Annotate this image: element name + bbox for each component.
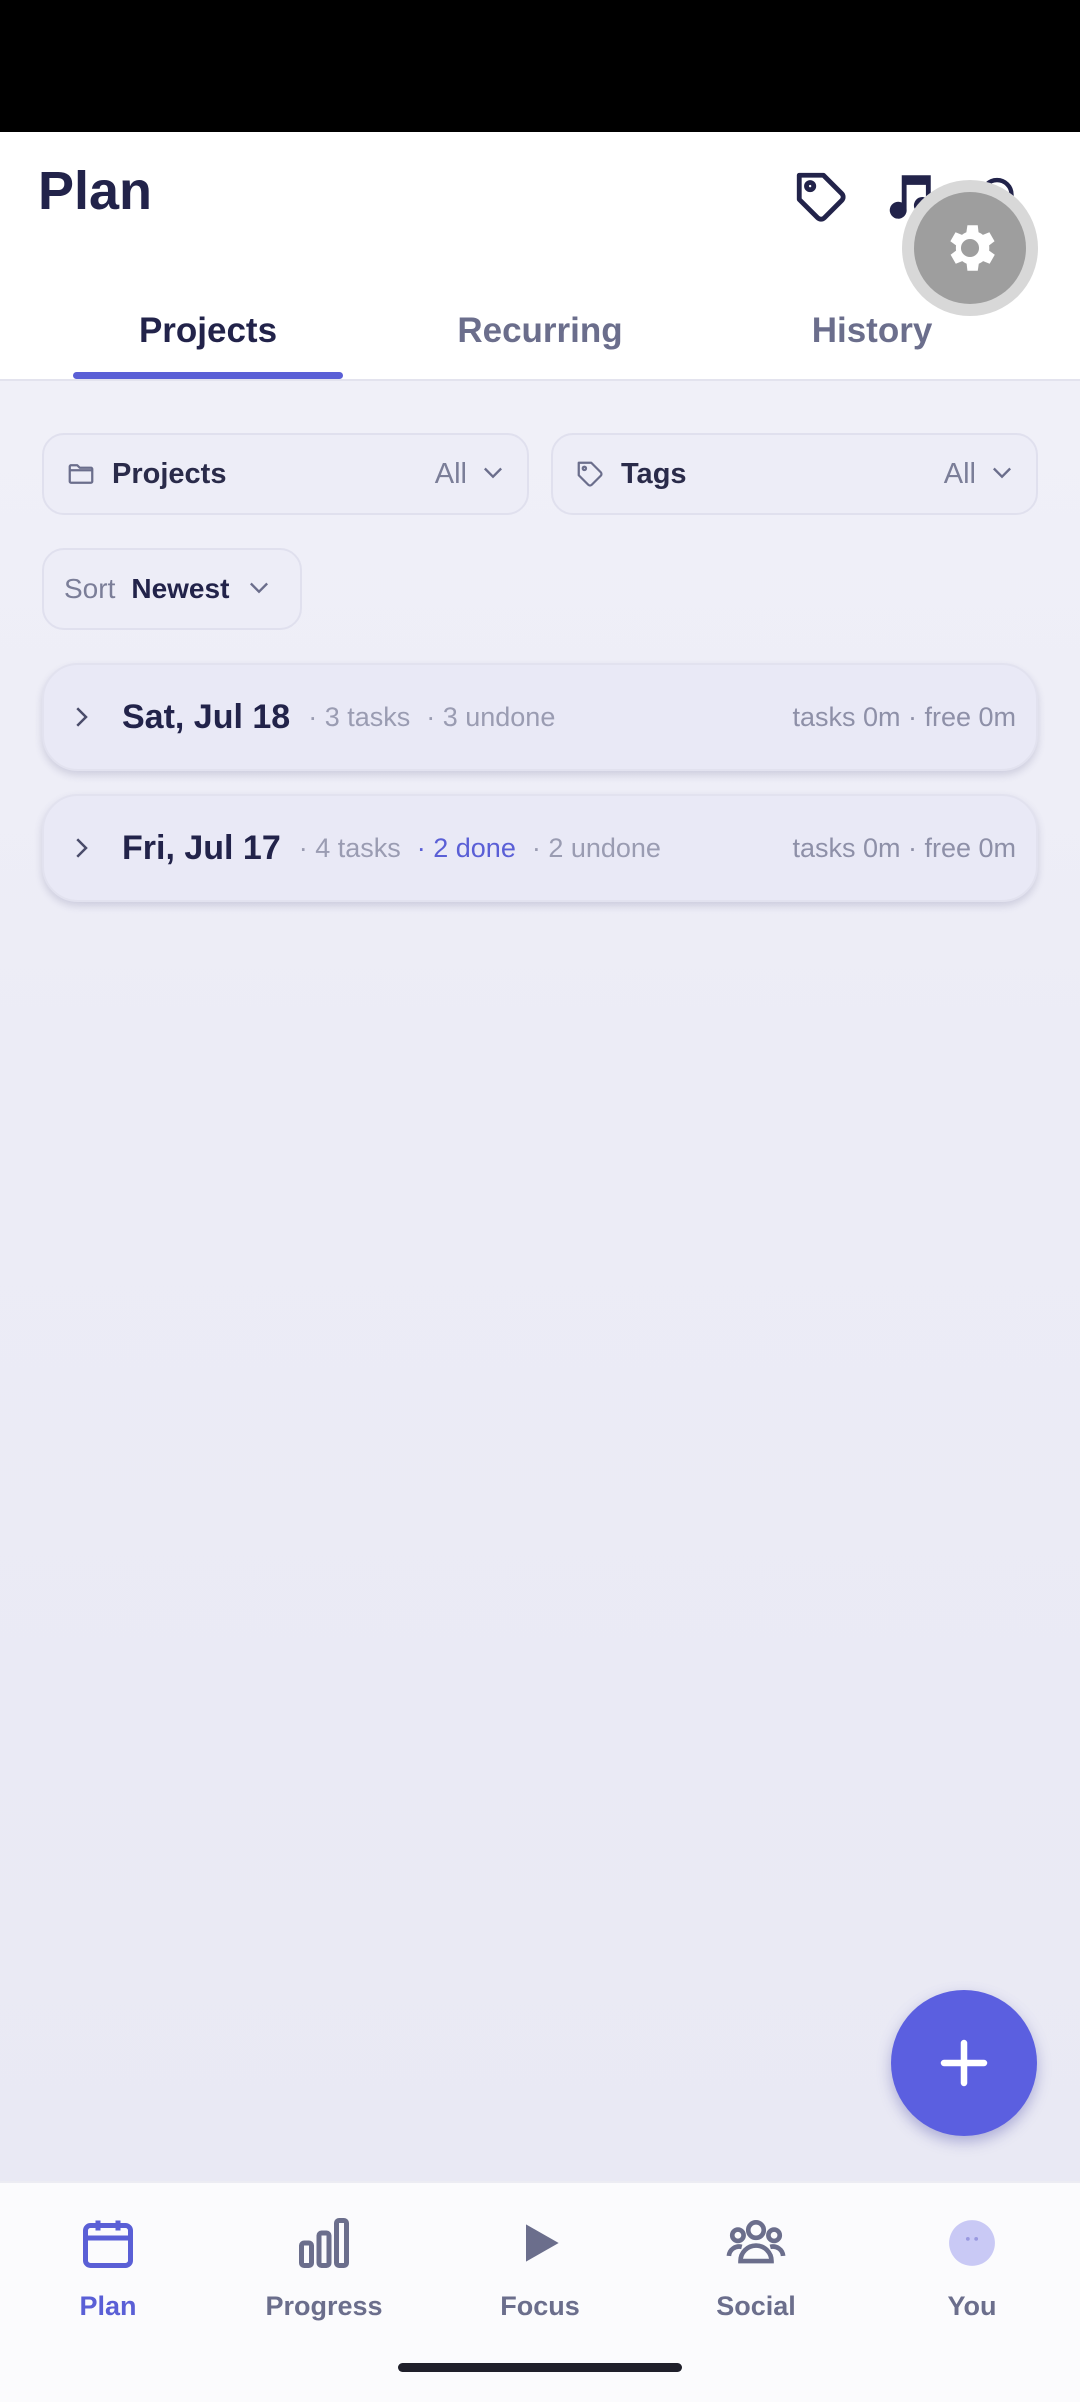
projects-filter[interactable]: Projects All bbox=[42, 433, 529, 515]
sort-label: Sort bbox=[64, 573, 116, 604]
day-date: Sat, Jul 18 bbox=[122, 697, 291, 736]
main-content: Projects All Tags All Sort Newest Sat, J… bbox=[0, 381, 1080, 2181]
day-time-summary: tasks 0m · free 0m bbox=[792, 832, 1016, 863]
tab-recurring[interactable]: Recurring bbox=[405, 282, 675, 380]
people-icon bbox=[724, 2211, 788, 2275]
nav-label: Plan bbox=[79, 2291, 137, 2321]
calendar-icon bbox=[76, 2211, 140, 2275]
avatar-icon bbox=[940, 2211, 1004, 2275]
day-date: Fri, Jul 17 bbox=[122, 828, 281, 867]
nav-label: Focus bbox=[500, 2291, 580, 2321]
tag-icon bbox=[573, 457, 607, 491]
nav-label: Progress bbox=[265, 2291, 383, 2321]
gear-icon bbox=[950, 225, 995, 271]
nav-label: Social bbox=[716, 2291, 796, 2321]
projects-filter-value: All bbox=[434, 457, 467, 490]
status-bar bbox=[0, 0, 1080, 132]
tab-history[interactable]: History bbox=[737, 282, 1007, 380]
play-icon bbox=[508, 2211, 572, 2275]
day-done-count: · 2 done bbox=[416, 832, 516, 863]
tags-filter[interactable]: Tags All bbox=[551, 433, 1038, 515]
day-task-count: · 4 tasks bbox=[298, 832, 401, 863]
nav-plan[interactable]: Plan bbox=[0, 2211, 216, 2331]
chevron-right-icon bbox=[66, 830, 102, 866]
nav-social[interactable]: Social bbox=[648, 2211, 864, 2331]
day-time-summary: tasks 0m · free 0m bbox=[792, 701, 1016, 732]
chevron-down-icon bbox=[479, 458, 507, 491]
tab-indicator bbox=[73, 372, 343, 379]
tab-bar: Projects Recurring History bbox=[0, 282, 1080, 380]
app-header: Plan Projects Recurring History bbox=[0, 132, 1080, 381]
day-group-row[interactable]: Sat, Jul 18 · 3 tasks · 3 undone tasks 0… bbox=[42, 663, 1038, 771]
tags-filter-label: Tags bbox=[621, 457, 687, 490]
nav-label: You bbox=[947, 2291, 997, 2321]
tab-projects[interactable]: Projects bbox=[73, 282, 343, 380]
nav-focus[interactable]: Focus bbox=[432, 2211, 648, 2331]
sort-dropdown[interactable]: Sort Newest bbox=[42, 548, 302, 630]
page-title: Plan bbox=[38, 161, 153, 221]
tags-filter-value: All bbox=[943, 457, 976, 490]
chevron-down-icon bbox=[245, 573, 273, 606]
home-indicator bbox=[398, 2363, 682, 2372]
projects-filter-label: Projects bbox=[112, 457, 227, 490]
chevron-down-icon bbox=[988, 458, 1016, 491]
chevron-right-icon bbox=[66, 699, 102, 735]
day-undone-count: · 3 undone bbox=[426, 701, 556, 732]
add-button[interactable] bbox=[891, 1990, 1037, 2136]
nav-progress[interactable]: Progress bbox=[216, 2211, 432, 2331]
nav-you[interactable]: You bbox=[864, 2211, 1080, 2331]
day-undone-count: · 2 undone bbox=[531, 832, 661, 863]
folder-icon bbox=[64, 457, 98, 491]
sort-value: Newest bbox=[131, 573, 230, 604]
day-group-row[interactable]: Fri, Jul 17 · 4 tasks · 2 done · 2 undon… bbox=[42, 794, 1038, 902]
bar-chart-icon bbox=[292, 2211, 356, 2275]
plus-icon bbox=[940, 2039, 988, 2087]
tag-icon[interactable] bbox=[786, 162, 856, 232]
day-task-count: · 3 tasks bbox=[308, 701, 411, 732]
